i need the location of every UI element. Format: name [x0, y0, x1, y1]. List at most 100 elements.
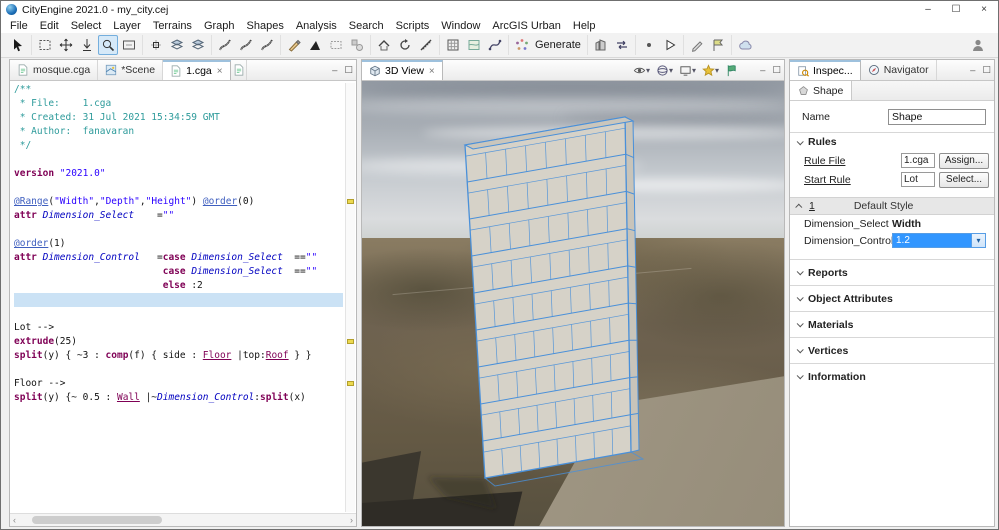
- code-line-22[interactable]: Floor -->: [14, 377, 343, 391]
- dimension-control-combo[interactable]: 1.2 ▾: [892, 233, 986, 248]
- code-line-2[interactable]: * File: 1.cga: [14, 97, 343, 111]
- draw-shapes-icon[interactable]: [347, 35, 367, 55]
- menu-shapes[interactable]: Shapes: [241, 20, 290, 32]
- align-terrain-icon[interactable]: [77, 35, 97, 55]
- tab-mosquecga[interactable]: mosque.cga: [10, 60, 99, 80]
- code-line-13[interactable]: attr Dimension_Control =case Dimension_S…: [14, 251, 343, 265]
- code-line-5[interactable]: */: [14, 139, 343, 153]
- code-line-10[interactable]: attr Dimension_Select ="": [14, 209, 343, 223]
- model-export-icon[interactable]: [591, 35, 611, 55]
- editor-minimize-icon[interactable]: –: [332, 65, 337, 76]
- marquee-select-icon[interactable]: [35, 35, 55, 55]
- scroll-left-icon[interactable]: ‹: [13, 515, 16, 525]
- tab-shape[interactable]: Shape: [790, 81, 853, 100]
- editor-maximize-icon[interactable]: ☐: [344, 65, 353, 76]
- code-line-15[interactable]: else :2: [14, 279, 343, 293]
- menu-select[interactable]: Select: [65, 20, 108, 32]
- code-line-11[interactable]: [14, 223, 343, 237]
- tab-partial[interactable]: [231, 60, 247, 80]
- code-line-6[interactable]: [14, 153, 343, 167]
- scroll-right-icon[interactable]: ›: [350, 515, 353, 525]
- code-line-3[interactable]: * Created: 31 Jul 2021 15:34:59 GMT: [14, 111, 343, 125]
- annotate-icon[interactable]: [687, 35, 707, 55]
- layer-tool-icon[interactable]: [167, 35, 187, 55]
- tab-navigator[interactable]: Navigator: [861, 60, 937, 80]
- assign-button[interactable]: Assign...: [939, 152, 989, 169]
- code-line-16[interactable]: [14, 293, 343, 307]
- rule-group-row[interactable]: 1 Default Style: [790, 197, 994, 215]
- building-model[interactable]: [362, 81, 784, 526]
- select-tool-icon[interactable]: [8, 35, 28, 55]
- code-line-23[interactable]: split(y) {~ 0.5 : Wall |~Dimension_Contr…: [14, 391, 343, 405]
- editor-hscrollbar[interactable]: ‹ ›: [10, 513, 356, 526]
- code-line-1[interactable]: /**: [14, 83, 343, 97]
- menu-file[interactable]: File: [4, 20, 34, 32]
- code-line-21[interactable]: [14, 363, 343, 377]
- scrollbar-thumb[interactable]: [32, 516, 162, 524]
- street-create-icon[interactable]: [215, 35, 235, 55]
- viewport-layout-icon[interactable]: ▾: [679, 64, 696, 77]
- layer-group-icon[interactable]: [188, 35, 208, 55]
- street-edit-icon[interactable]: [236, 35, 256, 55]
- rule-file-link[interactable]: Rule File: [804, 155, 901, 167]
- street-curve-icon[interactable]: [257, 35, 277, 55]
- cloud-share-icon[interactable]: [735, 35, 755, 55]
- close-tab-icon[interactable]: ×: [217, 66, 223, 77]
- annotation-marker[interactable]: [347, 381, 354, 386]
- section-reports[interactable]: Reports: [790, 259, 994, 285]
- flags-icon[interactable]: [725, 64, 738, 77]
- draw-line-icon[interactable]: [284, 35, 304, 55]
- menu-scripts[interactable]: Scripts: [390, 20, 436, 32]
- frame-view-icon[interactable]: [119, 35, 139, 55]
- combo-dropdown-icon[interactable]: ▾: [971, 234, 985, 247]
- rules-section-header[interactable]: Rules: [790, 132, 994, 151]
- section-object-attributes[interactable]: Object Attributes: [790, 285, 994, 311]
- code-line-20[interactable]: split(y) { ~3 : comp(f) { side : Floor |…: [14, 349, 343, 363]
- menu-window[interactable]: Window: [435, 20, 486, 32]
- menu-layer[interactable]: Layer: [107, 20, 147, 32]
- tab-3d-view[interactable]: 3D View ×: [362, 60, 443, 80]
- code-line-9[interactable]: @Range("Width","Depth","Height") @order(…: [14, 195, 343, 209]
- measure-tool-icon[interactable]: [416, 35, 436, 55]
- annotation-marker[interactable]: [347, 199, 354, 204]
- code-line-14[interactable]: case Dimension_Select =="": [14, 265, 343, 279]
- generate-icon[interactable]: [512, 35, 532, 55]
- menu-help[interactable]: Help: [567, 20, 602, 32]
- viewport-maximize-icon[interactable]: ☐: [772, 65, 781, 76]
- tab-1cga[interactable]: 1.cga ×: [163, 60, 231, 80]
- tab-scene[interactable]: *Scene: [98, 60, 164, 80]
- close-tab-icon[interactable]: ×: [429, 66, 435, 77]
- menu-edit[interactable]: Edit: [34, 20, 65, 32]
- attribute-value[interactable]: Width: [892, 218, 921, 230]
- move-tool-icon[interactable]: [56, 35, 76, 55]
- bookmarks-icon[interactable]: ▾: [702, 63, 719, 77]
- rotate-tool-icon[interactable]: [395, 35, 415, 55]
- window-close-button[interactable]: ×: [970, 1, 998, 18]
- annotation-marker[interactable]: [347, 339, 354, 344]
- code-line-19[interactable]: extrude(25): [14, 335, 343, 349]
- inspector-minimize-icon[interactable]: –: [970, 65, 975, 76]
- zoom-tool-icon[interactable]: [98, 35, 118, 55]
- offset-tool-icon[interactable]: [146, 35, 166, 55]
- draw-rect-icon[interactable]: [326, 35, 346, 55]
- viewport-minimize-icon[interactable]: –: [760, 65, 765, 76]
- code-line-12[interactable]: @order(1): [14, 237, 343, 251]
- name-input[interactable]: [888, 109, 986, 125]
- window-minimize-button[interactable]: –: [914, 1, 942, 18]
- user-account-icon[interactable]: [968, 35, 988, 55]
- group-index[interactable]: 1: [809, 200, 815, 212]
- code-line-7[interactable]: version "2021.0": [14, 167, 343, 181]
- map-layer-icon[interactable]: [464, 35, 484, 55]
- menu-analysis[interactable]: Analysis: [290, 20, 343, 32]
- generate-label[interactable]: Generate: [535, 39, 581, 51]
- flag-tool-icon[interactable]: [708, 35, 728, 55]
- annotation-ruler[interactable]: [345, 83, 355, 512]
- menu-graph[interactable]: Graph: [198, 20, 241, 32]
- menu-arcgis-urban[interactable]: ArcGIS Urban: [486, 20, 566, 32]
- graph-edit-icon[interactable]: [485, 35, 505, 55]
- menu-terrains[interactable]: Terrains: [147, 20, 198, 32]
- code-line-8[interactable]: [14, 181, 343, 195]
- texture-tool-icon[interactable]: [443, 35, 463, 55]
- code-editor[interactable]: /** * File: 1.cga * Created: 31 Jul 2021…: [14, 83, 343, 512]
- combo-selected-value[interactable]: 1.2: [893, 234, 971, 247]
